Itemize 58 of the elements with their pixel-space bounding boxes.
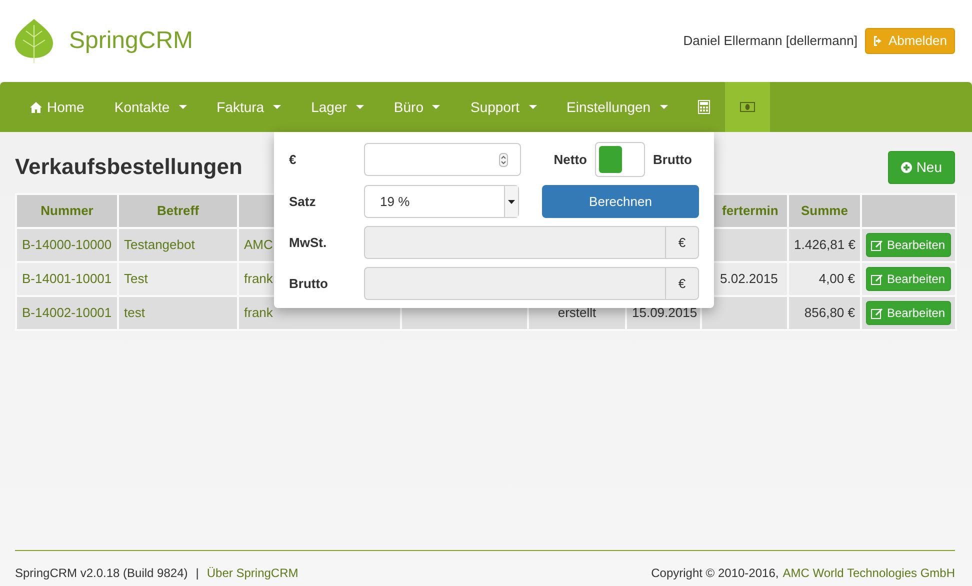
nav-link[interactable]: Faktura <box>202 82 296 132</box>
table-cell: 5.02.2015 <box>720 271 778 286</box>
calculate-button[interactable]: Berechnen <box>542 185 699 218</box>
edit-button[interactable]: Bearbeiten <box>866 301 951 325</box>
vat-field[interactable]: € <box>364 226 699 259</box>
app-name: SpringCRM <box>69 26 194 56</box>
table-cell: 856,80 € <box>804 305 855 320</box>
separator-text: | <box>196 565 199 582</box>
table-link[interactable]: Test <box>124 271 148 286</box>
edit-icon <box>871 274 883 284</box>
table-link[interactable]: test <box>124 305 145 320</box>
column-header: Nummer <box>40 203 94 218</box>
new-button[interactable]: Neu <box>888 151 955 184</box>
table-cell: 1.426,81 € <box>794 237 856 252</box>
nav-link[interactable]: Kontakte <box>99 82 202 132</box>
nav-link[interactable]: Einstellungen <box>552 82 683 132</box>
edit-icon <box>871 240 883 250</box>
field-label: € <box>289 150 298 169</box>
plus-icon <box>901 162 912 173</box>
nav-link[interactable]: Lager <box>296 82 379 132</box>
spinner-icon <box>499 152 508 166</box>
gross-field[interactable]: € <box>364 267 699 300</box>
leaf-logo-icon <box>15 19 53 63</box>
toggle-label: Brutto <box>653 150 692 169</box>
edit-icon <box>871 308 883 318</box>
field-label: MwSt. <box>289 234 328 252</box>
unit-label: € <box>665 227 698 258</box>
table-cell: 4,00 € <box>818 271 855 286</box>
netto-brutto-toggle[interactable] <box>595 142 645 177</box>
user-name: Daniel Ellermann [dellermann] <box>683 32 858 50</box>
column-header: Summe <box>801 203 848 218</box>
column-header: Betreff <box>157 203 199 218</box>
version-text: SpringCRM v2.0.18 (Build 9824) <box>15 565 188 582</box>
field-label: Brutto <box>289 274 329 293</box>
amount-field[interactable] <box>364 143 521 176</box>
edit-button[interactable]: Bearbeiten <box>866 233 951 257</box>
field-label: Satz <box>289 192 317 211</box>
column-header: fertermin <box>722 203 778 218</box>
rate-select[interactable]: 19 % <box>364 185 519 218</box>
logout-button[interactable]: Abmelden <box>865 28 955 54</box>
banknote-icon[interactable] <box>724 82 770 132</box>
home-icon <box>30 102 42 112</box>
copyright-text: Copyright © 2010-2016, <box>651 565 779 582</box>
table-link[interactable]: frank <box>244 305 273 320</box>
toggle-label: Netto <box>554 150 587 169</box>
page-title: Verkaufsbestellungen <box>15 154 242 181</box>
nav-link[interactable]: Support <box>455 82 552 132</box>
nav-link[interactable]: Home <box>15 82 100 132</box>
unit-label: € <box>665 268 698 299</box>
nav-link[interactable]: Büro <box>378 82 456 132</box>
edit-button[interactable]: Bearbeiten <box>866 267 951 291</box>
table-link[interactable]: frank <box>244 271 273 286</box>
company-link[interactable]: AMC World Technologies GmbH <box>782 564 955 582</box>
table-cell: erstellt <box>558 305 596 320</box>
about-link[interactable]: Über SpringCRM <box>206 564 298 582</box>
select-value: 19 % <box>380 192 410 211</box>
table-cell: 15.09.2015 <box>632 305 698 320</box>
table-link[interactable]: AMC <box>244 237 273 252</box>
